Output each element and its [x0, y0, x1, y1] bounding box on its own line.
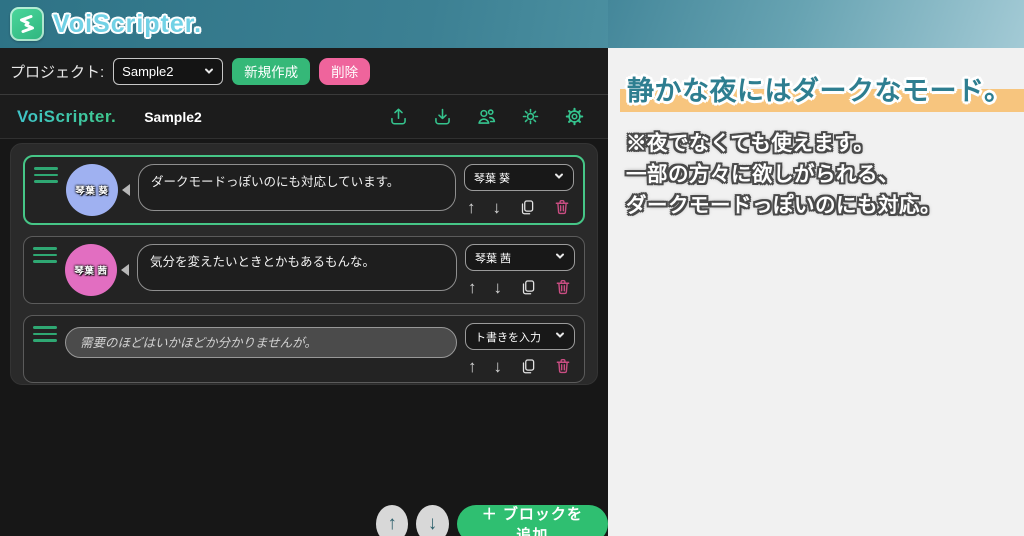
copy-block-icon[interactable] — [518, 198, 536, 216]
footer-controls: ↑ ↓ ＋ ブロックを追加 — [376, 505, 609, 536]
project-label: プロジェクト: — [10, 63, 105, 81]
move-up-button[interactable]: ↑ — [468, 358, 477, 375]
script-block-list: 琴葉 葵 ダークモードっぽいのにも対応しています。 琴葉 葵 ↑ ↓ 琴葉 茜 … — [10, 143, 598, 385]
move-up-button[interactable]: ↑ — [468, 279, 477, 296]
delete-block-icon[interactable] — [553, 198, 571, 216]
delete-block-icon[interactable] — [554, 278, 572, 296]
move-up-button[interactable]: ↑ — [467, 199, 476, 216]
speech-bubble-tail — [122, 184, 130, 196]
voiscripter-logo-icon — [10, 7, 44, 41]
top-brand-bar: VoiScripter. — [0, 0, 608, 48]
move-down-button[interactable]: ↓ — [494, 279, 503, 296]
promo-note: ※夜でなくても使えます。 一部の方々に欲しがられる、 ダークモードっぽいのにも対… — [626, 128, 1024, 221]
voice-select-value: ト書きを入力 — [475, 331, 541, 344]
voice-select-value: 琴葉 葵 — [474, 172, 511, 185]
block-controls: 琴葉 茜 ↑ ↓ — [465, 244, 575, 296]
app-panel: VoiScripter. プロジェクト: Sample2 新規作成 削除 Voi… — [0, 0, 609, 536]
chevron-down-icon — [554, 171, 564, 184]
block-controls: 琴葉 葵 ↑ ↓ — [464, 164, 574, 216]
voice-select[interactable]: ト書きを入力 — [465, 323, 575, 350]
upload-icon[interactable] — [388, 106, 409, 127]
block-controls: ト書きを入力 ↑ ↓ — [465, 323, 575, 375]
speech-bubble-tail — [121, 264, 129, 276]
add-block-button[interactable]: ＋ ブロックを追加 — [456, 505, 609, 536]
voice-select[interactable]: 琴葉 葵 — [464, 164, 574, 191]
delete-project-button[interactable]: 削除 — [319, 57, 371, 85]
chevron-down-icon — [204, 64, 214, 79]
project-select[interactable]: Sample2 — [113, 57, 224, 85]
project-select-value: Sample2 — [122, 63, 174, 79]
promo-panel: 静かな夜にはダークなモード。 ※夜でなくても使えます。 一部の方々に欲しがられる… — [608, 0, 1024, 536]
chevron-down-icon — [555, 251, 565, 264]
header-toolbar — [388, 106, 591, 127]
brand-wordmark: VoiScripter. — [53, 9, 203, 38]
move-down-button[interactable]: ↓ — [493, 199, 502, 216]
speaker-avatar[interactable]: 琴葉 茜 — [65, 244, 117, 296]
light-mode-icon[interactable] — [520, 106, 541, 127]
dialogue-textarea[interactable]: 気分を変えたいときとかもあるもんな。 — [137, 244, 457, 291]
scroll-up-button[interactable]: ↑ — [376, 505, 409, 536]
create-project-button[interactable]: 新規作成 — [232, 57, 311, 85]
download-icon[interactable] — [432, 106, 453, 127]
characters-icon[interactable] — [476, 106, 497, 127]
script-block-narration[interactable]: ト書きを入力 ↑ ↓ — [23, 315, 585, 383]
drag-handle-icon[interactable] — [33, 326, 57, 342]
script-block-dialogue-1[interactable]: 琴葉 葵 ダークモードっぽいのにも対応しています。 琴葉 葵 ↑ ↓ — [23, 155, 585, 225]
script-block-dialogue-2[interactable]: 琴葉 茜 気分を変えたいときとかもあるもんな。 琴葉 茜 ↑ ↓ — [23, 236, 585, 304]
drag-handle-icon[interactable] — [34, 167, 58, 183]
scroll-down-button[interactable]: ↓ — [416, 505, 449, 536]
voice-select[interactable]: 琴葉 茜 — [465, 244, 575, 271]
copy-block-icon[interactable] — [519, 357, 537, 375]
app-header: VoiScripter. Sample2 — [0, 95, 608, 139]
dialogue-textarea[interactable]: ダークモードっぽいのにも対応しています。 — [138, 164, 456, 211]
block-action-row: ↑ ↓ — [465, 357, 575, 375]
speaker-avatar[interactable]: 琴葉 葵 — [66, 164, 118, 216]
copy-block-icon[interactable] — [519, 278, 537, 296]
block-action-row: ↑ ↓ — [464, 198, 574, 216]
chevron-down-icon — [555, 330, 565, 343]
block-action-row: ↑ ↓ — [465, 278, 575, 296]
promo-heading: 静かな夜にはダークなモード。 — [620, 70, 1024, 112]
narration-input[interactable] — [65, 327, 457, 358]
drag-handle-icon[interactable] — [33, 247, 57, 263]
delete-block-icon[interactable] — [554, 357, 572, 375]
move-down-button[interactable]: ↓ — [494, 358, 503, 375]
header-brand: VoiScripter. — [17, 106, 117, 126]
promo-note-line: 一部の方々に欲しがられる、 — [626, 163, 899, 187]
settings-gear-icon[interactable] — [564, 106, 585, 127]
promo-note-line: ※夜でなくても使えます。 — [626, 132, 875, 155]
voice-select-value: 琴葉 茜 — [475, 252, 512, 265]
promo-header-band — [608, 0, 1024, 48]
header-project-name: Sample2 — [144, 108, 202, 125]
promo-note-line: ダークモードっぽいのにも対応。 — [626, 194, 941, 218]
project-bar: プロジェクト: Sample2 新規作成 削除 — [0, 48, 608, 95]
